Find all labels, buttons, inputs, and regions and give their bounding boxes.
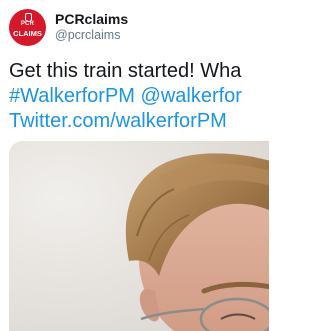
tweet-text: Get this train started! Wha #WalkerforPM…	[9, 59, 261, 134]
url-link[interactable]: Twitter.com/walkerforPM	[9, 109, 261, 134]
tweet-media-photo[interactable]	[9, 141, 269, 331]
avatar[interactable]: PCR CLAIMS	[9, 9, 46, 46]
avatar-text-top: PCR	[20, 21, 35, 27]
tweet-text-line-1: Get this train started! Wha	[9, 60, 242, 82]
avatar-text-bottom: CLAIMS	[13, 29, 42, 38]
display-name[interactable]: PCRclaims	[55, 11, 128, 27]
mention-link[interactable]: @walkerfor	[141, 85, 242, 107]
hashtag-link[interactable]: #WalkerforPM	[9, 85, 135, 107]
user-handle[interactable]: @pcrclaims	[55, 28, 120, 43]
portrait-photo-icon	[9, 141, 269, 331]
